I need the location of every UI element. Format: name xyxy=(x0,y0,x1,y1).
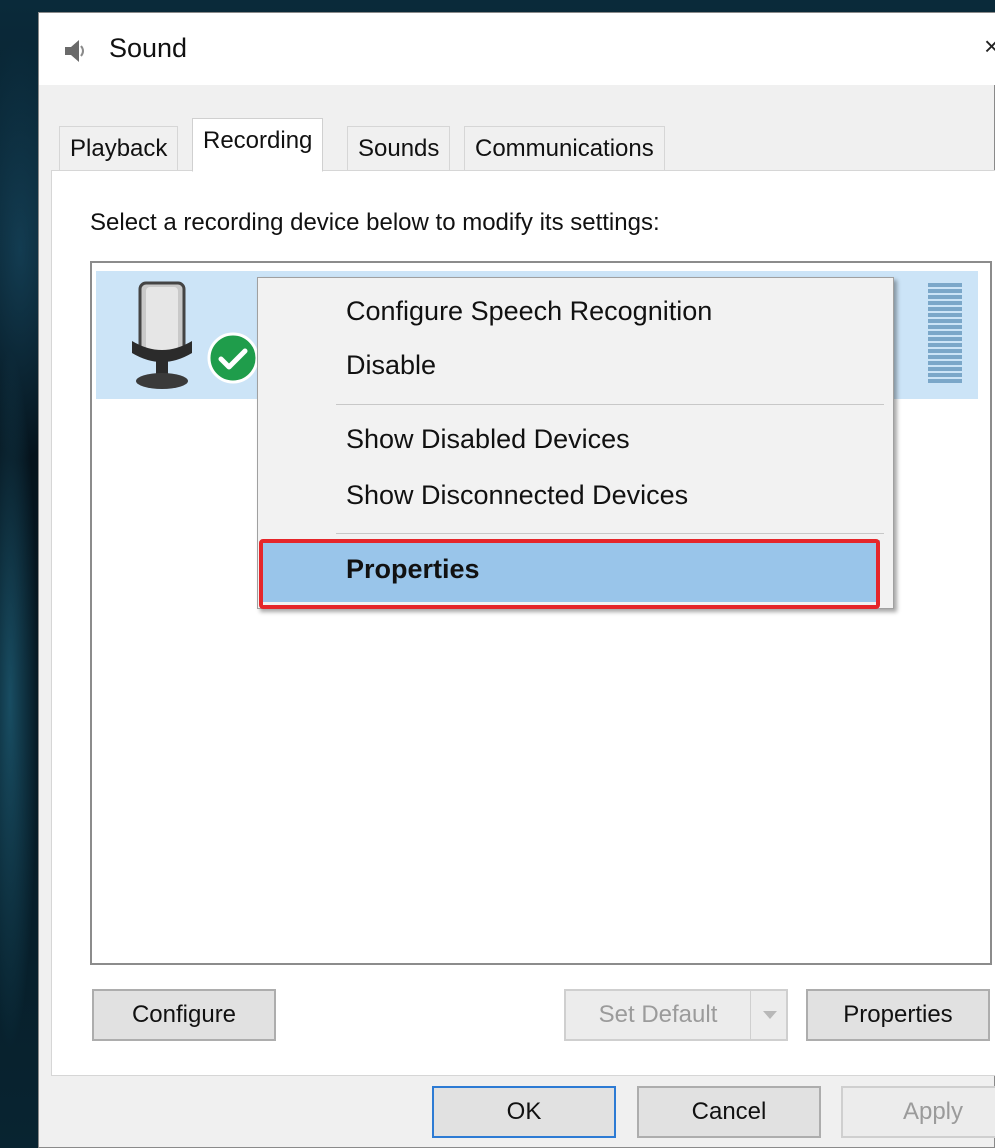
check-badge-icon xyxy=(207,332,259,384)
properties-button[interactable]: Properties xyxy=(806,989,990,1041)
title-bar: Sound × xyxy=(39,13,995,85)
menu-separator xyxy=(336,404,884,405)
ok-button[interactable]: OK xyxy=(432,1086,616,1138)
tab-recording[interactable]: Recording xyxy=(192,118,324,172)
level-meter xyxy=(928,283,962,383)
apply-button[interactable]: Apply xyxy=(841,1086,995,1138)
menu-item-disable[interactable]: Disable xyxy=(258,342,893,390)
tab-playback[interactable]: Playback xyxy=(59,126,179,172)
set-default-label: Set Default xyxy=(598,1001,718,1028)
cancel-button[interactable]: Cancel xyxy=(637,1086,821,1138)
tab-sounds[interactable]: Sounds xyxy=(347,126,451,172)
callout-highlight-box xyxy=(259,539,880,609)
menu-item-show-disabled[interactable]: Show Disabled Devices xyxy=(258,416,893,464)
set-default-button[interactable]: Set Default xyxy=(564,989,788,1041)
window-title: Sound xyxy=(109,33,188,63)
speaker-icon xyxy=(65,40,84,62)
close-button[interactable]: × xyxy=(984,31,995,65)
menu-item-show-disconnected[interactable]: Show Disconnected Devices xyxy=(258,472,893,520)
tab-communications[interactable]: Communications xyxy=(464,126,665,172)
tab-strip: Playback Recording Sounds Communications xyxy=(39,118,995,172)
configure-button[interactable]: Configure xyxy=(92,989,276,1041)
instruction-text: Select a recording device below to modif… xyxy=(90,209,660,236)
menu-item-configure-speech[interactable]: Configure Speech Recognition xyxy=(258,288,893,336)
menu-separator xyxy=(336,533,884,534)
chevron-down-icon[interactable] xyxy=(750,991,786,1039)
